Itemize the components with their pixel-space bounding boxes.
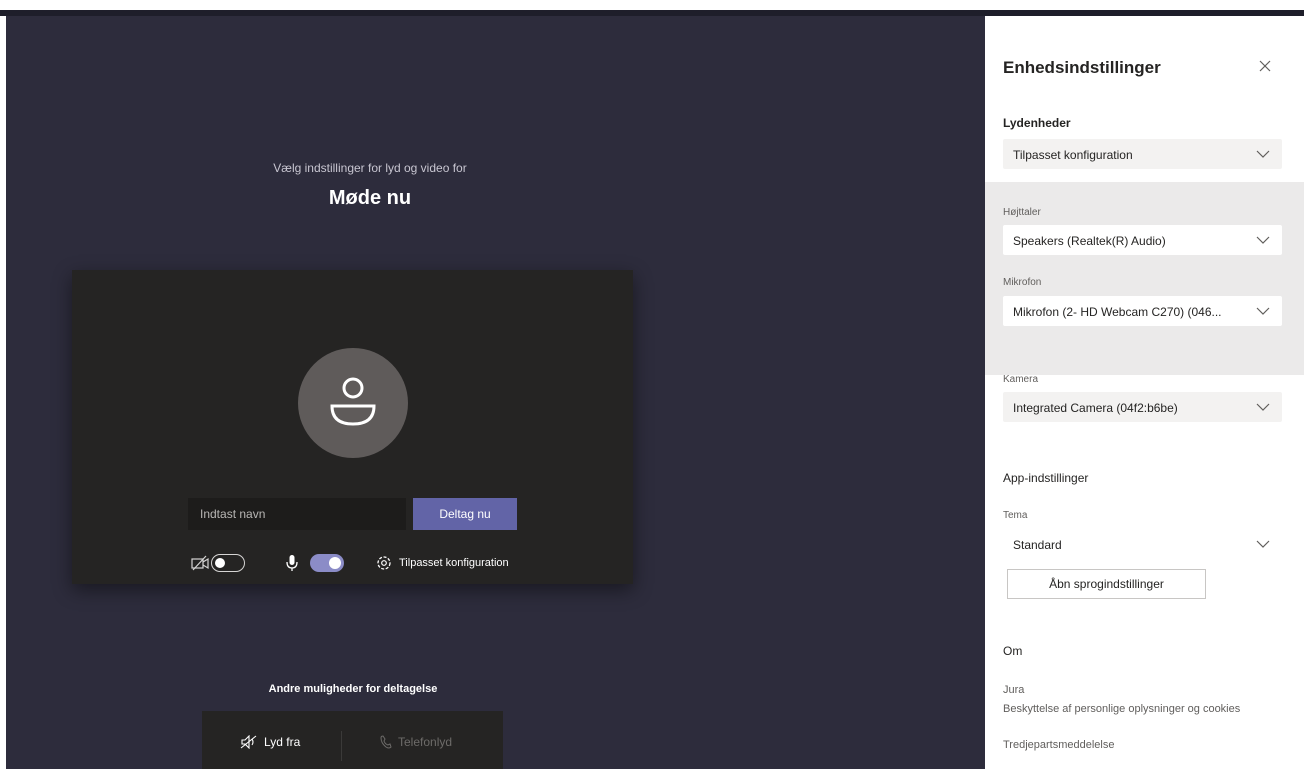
theme-label: Tema (1003, 510, 1028, 521)
options-divider (341, 731, 342, 761)
device-controls: Tilpasset konfiguration (188, 551, 528, 575)
meeting-title: Møde nu (328, 187, 412, 209)
camera-toggle[interactable] (211, 554, 245, 572)
mic-label: Mikrofon (1003, 277, 1042, 288)
phone-audio-label: Telefonlyd (398, 735, 453, 749)
device-settings-panel: Enhedsindstillinger Lydenheder Tilpasset… (985, 16, 1304, 769)
mic-toggle[interactable] (310, 554, 344, 572)
other-options-box: Lyd fra Telefonlyd (202, 711, 503, 769)
privacy-link[interactable]: Beskyttelse af personlige oplysninger og… (1003, 701, 1273, 718)
language-settings-button[interactable]: Åbn sprogindstillinger (1007, 569, 1206, 599)
video-preview: Deltag nu Tilpasset konfiguration (72, 270, 633, 584)
camera-dropdown[interactable]: Integrated Camera (04f2:b6be) (1003, 392, 1282, 422)
device-config-link[interactable]: Tilpasset konfiguration (399, 557, 509, 569)
third-party-link[interactable]: Tredjepartsmeddelelse (1003, 739, 1114, 751)
chevron-down-icon (1256, 236, 1270, 244)
camera-value: Integrated Camera (04f2:b6be) (1013, 401, 1178, 415)
chevron-down-icon (1256, 540, 1270, 548)
camera-label: Kamera (1003, 374, 1039, 385)
gear-icon[interactable] (375, 554, 393, 572)
camera-toggle-knob (215, 557, 225, 568)
chevron-down-icon (1256, 307, 1270, 315)
panel-title: Enhedsindstillinger (1003, 58, 1161, 77)
avatar (298, 348, 408, 458)
chevron-down-icon (1256, 150, 1270, 158)
prejoin-subtitle: Vælg indstillinger for lyd og video for (273, 161, 467, 175)
speaker-off-icon (240, 735, 257, 749)
other-options-title: Andre muligheder for deltagelse (268, 683, 438, 695)
app-settings-heading: App-indstillinger (1003, 471, 1089, 485)
speaker-label: Højttaler (1003, 207, 1041, 218)
audio-devices-heading: Lydenheder (1003, 116, 1071, 130)
person-icon (330, 377, 376, 426)
audio-off-button[interactable]: Lyd fra (240, 735, 300, 749)
name-input[interactable] (188, 498, 406, 530)
join-now-button[interactable]: Deltag nu (413, 498, 517, 530)
phone-audio-button[interactable]: Telefonlyd (380, 735, 452, 749)
audio-off-label: Lyd fra (264, 735, 301, 749)
phone-icon (380, 735, 392, 749)
legal-link[interactable]: Jura (1003, 684, 1024, 696)
mic-dropdown[interactable]: Mikrofon (2- HD Webcam C270) (046... (1003, 296, 1282, 326)
mic-toggle-knob (329, 557, 341, 569)
audio-config-dropdown[interactable]: Tilpasset konfiguration (1003, 139, 1282, 169)
window-top-bar (0, 0, 1304, 10)
microphone-icon (286, 555, 298, 571)
speaker-dropdown[interactable]: Speakers (Realtek(R) Audio) (1003, 225, 1282, 255)
theme-value: Standard (1013, 538, 1062, 552)
close-icon[interactable] (1255, 56, 1275, 76)
about-heading: Om (1003, 644, 1023, 658)
camera-off-icon (191, 555, 209, 571)
theme-dropdown[interactable]: Standard (1003, 529, 1282, 559)
speaker-value: Speakers (Realtek(R) Audio) (1013, 234, 1166, 248)
chevron-down-icon (1256, 403, 1270, 411)
audio-config-value: Tilpasset konfiguration (1013, 148, 1133, 162)
mic-value: Mikrofon (2- HD Webcam C270) (046... (1013, 305, 1222, 319)
